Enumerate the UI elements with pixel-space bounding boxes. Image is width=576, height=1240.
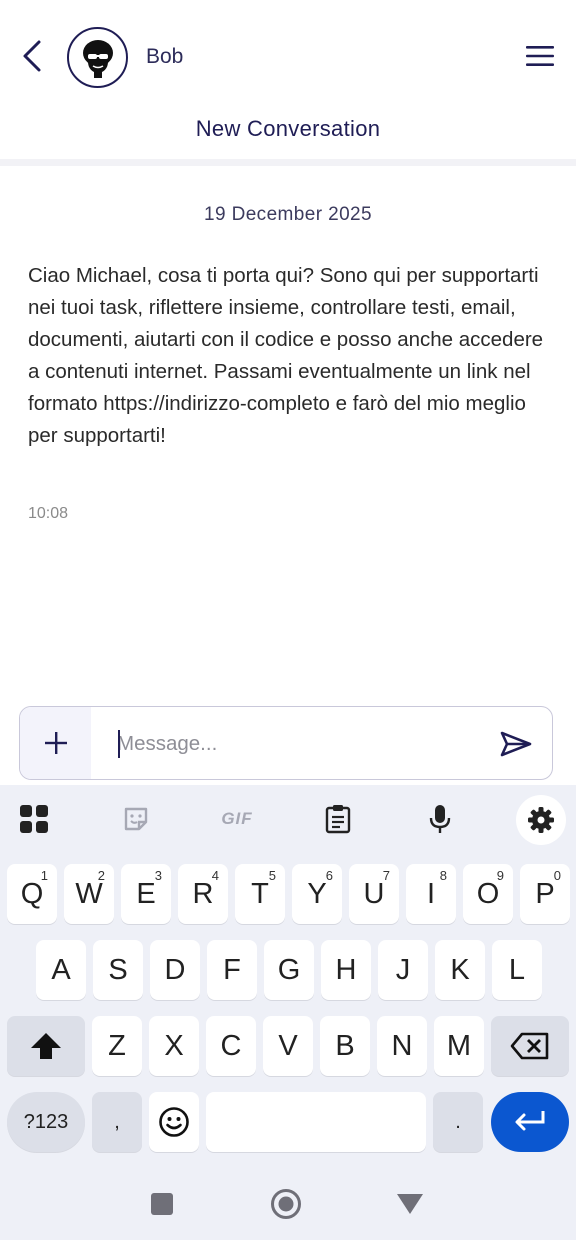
key-hint: 0: [553, 868, 561, 883]
key-m[interactable]: M: [434, 1016, 484, 1076]
attach-button[interactable]: [20, 707, 91, 779]
key-hint: 8: [439, 868, 447, 883]
key-hint: 6: [325, 868, 333, 883]
send-icon: [500, 731, 532, 757]
apps-button[interactable]: [14, 799, 54, 839]
app-header: Bob New Conversation: [0, 0, 576, 141]
shift-key[interactable]: [7, 1016, 85, 1076]
key-u[interactable]: U7: [349, 864, 399, 924]
circle-icon: [271, 1189, 301, 1219]
key-j[interactable]: J: [378, 940, 428, 1000]
key-d[interactable]: D: [150, 940, 200, 1000]
key-c[interactable]: C: [206, 1016, 256, 1076]
period-key[interactable]: .: [433, 1092, 483, 1152]
key-f[interactable]: F: [207, 940, 257, 1000]
enter-icon: [515, 1111, 545, 1131]
space-key[interactable]: [206, 1092, 426, 1152]
microphone-icon: [429, 805, 451, 833]
key-o[interactable]: O9: [463, 864, 513, 924]
send-button[interactable]: [494, 725, 538, 763]
message-input[interactable]: [117, 725, 477, 763]
clipboard-icon: [325, 805, 351, 834]
key-k[interactable]: K: [435, 940, 485, 1000]
key-h[interactable]: H: [321, 940, 371, 1000]
keyboard-toolbar: GIF: [0, 785, 576, 855]
sticker-icon: [124, 807, 148, 831]
key-t[interactable]: T5: [235, 864, 285, 924]
key-label: U: [363, 877, 385, 910]
key-label: T: [251, 877, 269, 910]
key-hint: 2: [97, 868, 105, 883]
key-z[interactable]: Z: [92, 1016, 142, 1076]
smiley-icon: [159, 1107, 189, 1137]
key-x[interactable]: X: [149, 1016, 199, 1076]
key-hint: 7: [382, 868, 390, 883]
sticker-button[interactable]: [116, 799, 156, 839]
plus-icon: [44, 732, 67, 754]
key-p[interactable]: P0: [520, 864, 570, 924]
key-i[interactable]: I8: [406, 864, 456, 924]
gif-button[interactable]: GIF: [212, 799, 262, 839]
chevron-left-icon: [23, 40, 41, 72]
key-label: Y: [307, 877, 327, 910]
conversation-title: New Conversation: [195, 116, 381, 141]
back-button[interactable]: [14, 36, 50, 76]
key-hint: 5: [268, 868, 276, 883]
chat-screen: Bob New Conversation 19 December 2025 Ci…: [0, 0, 576, 1240]
comma-key[interactable]: ,: [92, 1092, 142, 1152]
key-w[interactable]: W2: [64, 864, 114, 924]
message-composer: [19, 706, 553, 780]
key-hint: 3: [154, 868, 162, 883]
key-g[interactable]: G: [264, 940, 314, 1000]
message-timestamp: 10:08: [28, 505, 69, 522]
key-label: P: [535, 877, 555, 910]
key-r[interactable]: R4: [178, 864, 228, 924]
key-label: E: [136, 877, 156, 910]
assistant-message: Ciao Michael, cosa ti porta qui? Sono qu…: [28, 264, 544, 447]
key-n[interactable]: N: [377, 1016, 427, 1076]
key-v[interactable]: V: [263, 1016, 313, 1076]
enter-key[interactable]: [491, 1092, 569, 1152]
gear-icon: [528, 807, 554, 833]
nav-recents-button[interactable]: [144, 1186, 180, 1222]
key-l[interactable]: L: [492, 940, 542, 1000]
clipboard-button[interactable]: [318, 799, 358, 839]
key-label: R: [192, 877, 214, 910]
backspace-icon: [510, 1032, 549, 1060]
shift-arrow-icon: [31, 1033, 61, 1059]
key-hint: 1: [40, 868, 48, 883]
gif-label: GIF: [221, 809, 253, 828]
nav-home-button[interactable]: [268, 1186, 304, 1222]
contact-name: Bob: [146, 45, 184, 68]
key-q[interactable]: Q1: [7, 864, 57, 924]
text-caret: [118, 730, 120, 758]
triangle-icon: [397, 1194, 423, 1214]
avatar[interactable]: [67, 27, 128, 88]
symbols-key[interactable]: ?123: [7, 1092, 85, 1152]
key-hint: 4: [211, 868, 219, 883]
key-b[interactable]: B: [320, 1016, 370, 1076]
bob-avatar-icon: [82, 39, 113, 78]
nav-back-button[interactable]: [392, 1186, 428, 1222]
emoji-key[interactable]: [149, 1092, 199, 1152]
voice-input-button[interactable]: [420, 799, 460, 839]
menu-button[interactable]: [522, 40, 558, 72]
header-divider: [0, 159, 576, 166]
hamburger-menu-icon: [526, 46, 554, 66]
key-hint: 9: [496, 868, 504, 883]
key-s[interactable]: S: [93, 940, 143, 1000]
key-e[interactable]: E3: [121, 864, 171, 924]
key-y[interactable]: Y6: [292, 864, 342, 924]
square-icon: [151, 1193, 173, 1215]
system-navigation-bar: [0, 1162, 576, 1240]
key-label: I: [426, 877, 436, 910]
keyboard-settings-button[interactable]: [516, 795, 566, 845]
apps-grid-icon: [20, 805, 48, 833]
key-a[interactable]: A: [36, 940, 86, 1000]
backspace-key[interactable]: [491, 1016, 569, 1076]
date-separator: 19 December 2025: [203, 204, 372, 225]
